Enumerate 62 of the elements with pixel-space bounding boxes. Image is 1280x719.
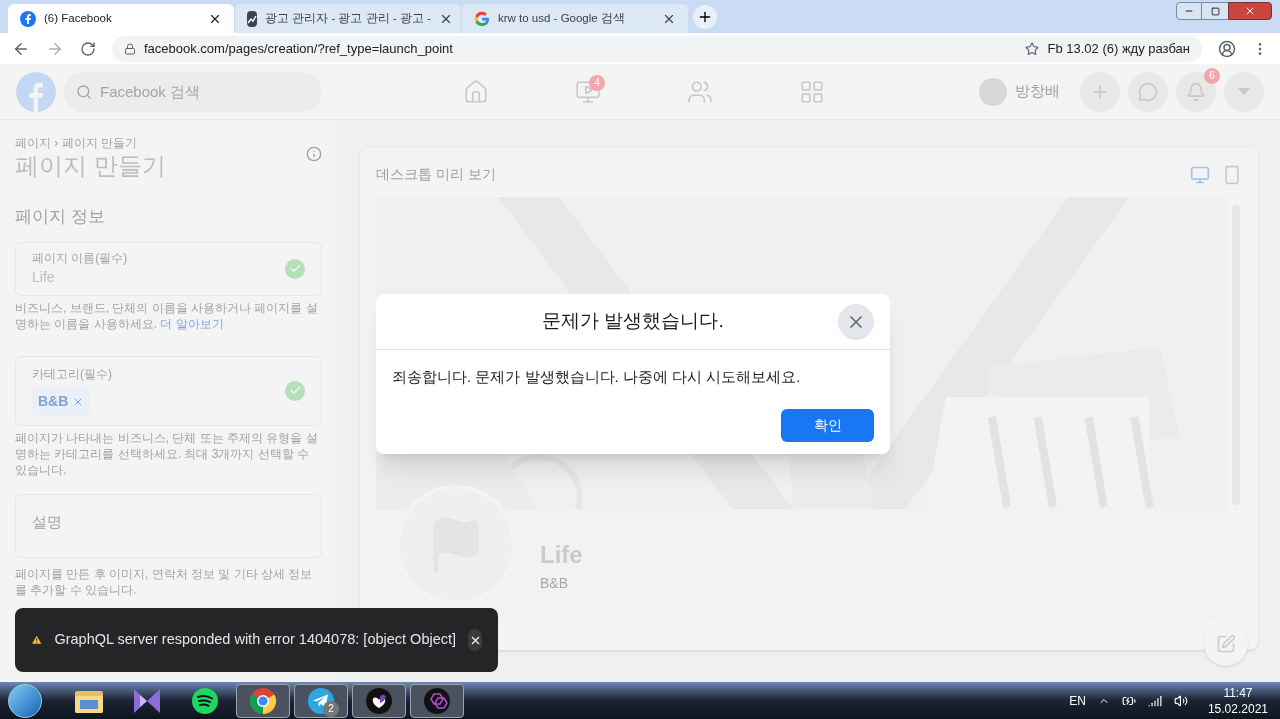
- signal-icon[interactable]: [1147, 693, 1162, 708]
- taskbar-app[interactable]: 2: [294, 683, 348, 718]
- plus-icon: [697, 9, 713, 25]
- star-icon[interactable]: [1025, 41, 1040, 56]
- edit-icon: [1216, 634, 1236, 654]
- breadcrumb: 페이지 › 페이지 만들기: [15, 135, 138, 152]
- help-text: 페이지가 나타내는 비즈니스, 단체 또는 주제의 유형을 설명하는 카테고리를 선택하세요. 최대 3개까지 선택할 수 있습니다.: [15, 429, 319, 478]
- music-icon: [191, 686, 219, 715]
- learn-more-link[interactable]: 더 알아보기: [160, 316, 224, 331]
- bowtie-icon: [132, 686, 162, 715]
- taskbar-app[interactable]: [352, 683, 406, 718]
- help-text: 비즈니스, 브랜드, 단체의 이름을 사용하거나 페이지를 설명하는 이름을 사용하세요. 더 알아보기: [15, 299, 319, 332]
- close-icon: [1244, 5, 1256, 17]
- taskbar-app[interactable]: [410, 683, 464, 718]
- search-icon: [76, 83, 92, 100]
- dialog-message: 죄송합니다. 문제가 발생했습니다. 나중에 다시 시도해보세요.: [391, 367, 802, 387]
- minimize-button[interactable]: [1176, 2, 1202, 20]
- search-field[interactable]: Facebook 검색: [64, 71, 322, 112]
- maximize-button[interactable]: [1202, 2, 1228, 20]
- google-icon: [474, 10, 490, 27]
- footer-note: 페이지를 만든 후 이미지, 연락처 정보 및 기타 상세 정보를 추가할 수 있습니다.: [15, 565, 314, 598]
- field-label: 페이지 이름(필수): [32, 250, 129, 267]
- new-tab-button[interactable]: [693, 5, 717, 29]
- browser-tab[interactable]: krw to usd - Google 검색: [462, 4, 688, 33]
- browser-tab[interactable]: (6) Facebook: [8, 4, 234, 33]
- notification-badge: 4: [589, 74, 605, 91]
- page-category: B&B: [540, 573, 569, 593]
- bookmark-label[interactable]: Fb 13.02 (6) жду разбан: [1047, 38, 1190, 59]
- caret-icon: [1238, 88, 1250, 95]
- toast-message: GraphQL server responded with error 1404078: [object Object]: [54, 630, 457, 650]
- facebook-icon: [20, 10, 36, 27]
- chrome-icon: [249, 686, 277, 715]
- clock-date: 15.02.2021: [1207, 700, 1268, 717]
- url-text: facebook.com/pages/creation/?ref_type=launch_point: [144, 39, 454, 58]
- user-name[interactable]: 방창배: [1015, 80, 1060, 103]
- chat-icon: [1138, 81, 1158, 102]
- chart-icon: [247, 10, 257, 27]
- maximize-icon: [1210, 6, 1220, 16]
- profile-icon[interactable]: [1218, 39, 1236, 58]
- lock-icon: [124, 42, 136, 55]
- bell-icon: [1186, 81, 1206, 102]
- clock[interactable]: 11:47 15.02.2021: [1207, 684, 1268, 717]
- close-button[interactable]: [468, 629, 482, 651]
- language-indicator[interactable]: EN: [1069, 691, 1086, 710]
- browser-tab[interactable]: 광고 관리자 - 광고 관리 - 광고 -: [235, 4, 461, 33]
- volume-icon[interactable]: [1173, 693, 1188, 708]
- start-button[interactable]: [8, 683, 42, 718]
- preview-label: 데스크톱 미리 보기: [376, 165, 496, 184]
- tab-title: krw to usd - Google 검색: [498, 10, 626, 26]
- notification-badge: 6: [1204, 67, 1220, 84]
- section-heading: 페이지 정보: [15, 206, 106, 228]
- tab-title: 광고 관리자 - 광고 관리 - 광고 -: [265, 10, 431, 26]
- field-label: 카테고리(필수): [32, 366, 113, 383]
- reload-icon[interactable]: [80, 40, 96, 57]
- description-field[interactable]: 설명: [15, 493, 322, 558]
- tab-title: (6) Facebook: [44, 10, 113, 26]
- address-field[interactable]: facebook.com/pages/creation/?ref_type=launch_point Fb 13.02 (6) жду разбан: [112, 35, 1202, 62]
- category-chip[interactable]: B&B: [32, 387, 91, 416]
- clock-time: 11:47: [1223, 684, 1253, 701]
- confirm-button[interactable]: 확인: [781, 408, 874, 442]
- category-field[interactable]: 카테고리(필수) B&B: [15, 355, 322, 426]
- dialog-title: 문제가 발생했습니다.: [542, 309, 724, 334]
